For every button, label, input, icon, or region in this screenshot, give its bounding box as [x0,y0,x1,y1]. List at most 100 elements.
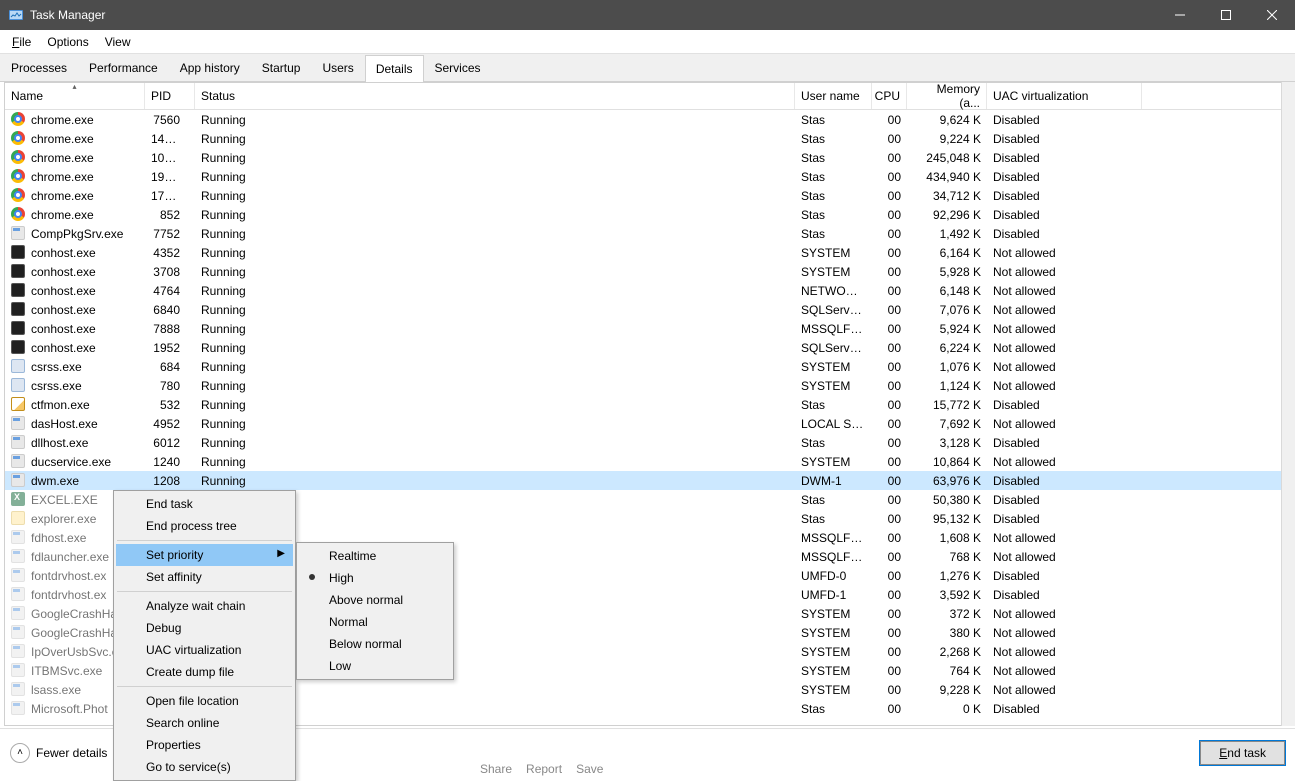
cell-uac: Disabled [987,588,1142,602]
table-row[interactable]: csrss.exe780RunningSYSTEM001,124 KNot al… [5,376,1295,395]
table-row[interactable]: dasHost.exe4952RunningLOCAL SE...007,692… [5,414,1295,433]
col-header-username[interactable]: User name [795,83,872,109]
cell-status: Running [195,227,795,241]
table-row[interactable]: conhost.exe1952RunningSQLServer...006,22… [5,338,1295,357]
cell-uac: Not allowed [987,607,1142,621]
table-row[interactable]: chrome.exe19388RunningStas00434,940 KDis… [5,167,1295,186]
menu-item-create-dump-file[interactable]: Create dump file [116,661,293,683]
menu-item-end-process-tree[interactable]: End process tree [116,515,293,537]
process-name: conhost.exe [31,246,96,260]
menu-item-set-affinity[interactable]: Set affinity [116,566,293,588]
menu-item-go-to-service-s-[interactable]: Go to service(s) [116,756,293,778]
table-row[interactable]: ducservice.exe1240RunningSYSTEM0010,864 … [5,452,1295,471]
cell-cpu: 00 [872,284,907,298]
process-icon [11,454,27,470]
fewer-details-label: Fewer details [36,746,107,760]
table-row[interactable]: dwm.exe1208RunningDWM-10063,976 KDisable… [5,471,1295,490]
cell-uac: Not allowed [987,531,1142,545]
col-header-uac[interactable]: UAC virtualization [987,83,1142,109]
col-header-pid[interactable]: PID [145,83,195,109]
tab-startup[interactable]: Startup [251,54,312,81]
app-icon [8,7,24,23]
cell-user: LOCAL SE... [795,417,872,431]
menu-item-set-priority[interactable]: Set priority▶ [116,544,293,566]
minimize-button[interactable] [1157,0,1203,30]
cell-cpu: 00 [872,151,907,165]
menu-item-end-task[interactable]: End task [116,493,293,515]
cell-uac: Disabled [987,113,1142,127]
cell-user: UMFD-1 [795,588,872,602]
menu-item-analyze-wait-chain[interactable]: Analyze wait chain [116,595,293,617]
table-row[interactable]: conhost.exe3708RunningSYSTEM005,928 KNot… [5,262,1295,281]
process-icon [11,207,27,223]
menu-item-open-file-location[interactable]: Open file location [116,690,293,712]
table-row[interactable]: conhost.exe7888RunningMSSQLFD...005,924 … [5,319,1295,338]
cell-cpu: 00 [872,588,907,602]
cell-memory: 7,076 K [907,303,987,317]
tab-users[interactable]: Users [311,54,364,81]
table-row[interactable]: chrome.exe17388RunningStas0034,712 KDisa… [5,186,1295,205]
table-row[interactable]: csrss.exe684RunningSYSTEM001,076 KNot al… [5,357,1295,376]
process-name: dwm.exe [31,474,79,488]
cell-uac: Not allowed [987,645,1142,659]
priority-above-normal[interactable]: Above normal [299,589,451,611]
table-row[interactable]: chrome.exe10720RunningStas00245,048 KDis… [5,148,1295,167]
col-header-cpu[interactable]: CPU [872,83,907,109]
menu-item-debug[interactable]: Debug [116,617,293,639]
menu-options[interactable]: Options [39,33,96,51]
tab-performance[interactable]: Performance [78,54,169,81]
end-task-button[interactable]: End task [1200,741,1285,765]
cell-cpu: 00 [872,208,907,222]
vertical-scrollbar[interactable] [1281,82,1295,726]
col-header-memory[interactable]: Memory (a... [907,83,987,109]
cell-status: Running [195,265,795,279]
table-row[interactable]: CompPkgSrv.exe7752RunningStas001,492 KDi… [5,224,1295,243]
priority-below-normal[interactable]: Below normal [299,633,451,655]
cell-user: SYSTEM [795,664,872,678]
menu-file[interactable]: File [4,33,39,51]
priority-high[interactable]: High [299,567,451,589]
menu-item-search-online[interactable]: Search online [116,712,293,734]
priority-normal[interactable]: Normal [299,611,451,633]
menu-separator [117,591,292,592]
tab-details[interactable]: Details [365,55,424,82]
process-name: IpOverUsbSvc.e [31,645,118,659]
cell-cpu: 00 [872,379,907,393]
cell-cpu: 00 [872,493,907,507]
tab-services[interactable]: Services [424,54,492,81]
cell-cpu: 00 [872,531,907,545]
priority-low[interactable]: Low [299,655,451,677]
table-row[interactable]: dllhost.exe6012RunningStas003,128 KDisab… [5,433,1295,452]
table-row[interactable]: conhost.exe4352RunningSYSTEM006,164 KNot… [5,243,1295,262]
cell-pid: 7752 [145,227,195,241]
cell-cpu: 00 [872,170,907,184]
col-header-name[interactable]: Name▴ [5,83,145,109]
cell-status: Running [195,303,795,317]
cell-memory: 6,224 K [907,341,987,355]
maximize-button[interactable] [1203,0,1249,30]
tab-app-history[interactable]: App history [169,54,251,81]
table-row[interactable]: chrome.exe14820RunningStas009,224 KDisab… [5,129,1295,148]
titlebar[interactable]: Task Manager [0,0,1295,30]
table-row[interactable]: chrome.exe852RunningStas0092,296 KDisabl… [5,205,1295,224]
menu-item-properties[interactable]: Properties [116,734,293,756]
table-row[interactable]: conhost.exe4764RunningNETWORK...006,148 … [5,281,1295,300]
tab-processes[interactable]: Processes [0,54,78,81]
process-name: conhost.exe [31,322,96,336]
cell-user: Stas [795,398,872,412]
priority-realtime[interactable]: Realtime [299,545,451,567]
process-name: csrss.exe [31,379,82,393]
cell-status: Running [195,246,795,260]
process-icon [11,226,27,242]
table-row[interactable]: chrome.exe7560RunningStas009,624 KDisabl… [5,110,1295,129]
table-row[interactable]: conhost.exe6840RunningSQLServer...007,07… [5,300,1295,319]
process-icon [11,188,27,204]
table-row[interactable]: ctfmon.exe532RunningStas0015,772 KDisabl… [5,395,1295,414]
close-button[interactable] [1249,0,1295,30]
process-name: CompPkgSrv.exe [31,227,123,241]
cell-user: SYSTEM [795,379,872,393]
col-header-status[interactable]: Status [195,83,795,109]
menu-item-uac-virtualization[interactable]: UAC virtualization [116,639,293,661]
menu-view[interactable]: View [97,33,139,51]
fewer-details-button[interactable]: ˄ Fewer details [10,743,107,763]
